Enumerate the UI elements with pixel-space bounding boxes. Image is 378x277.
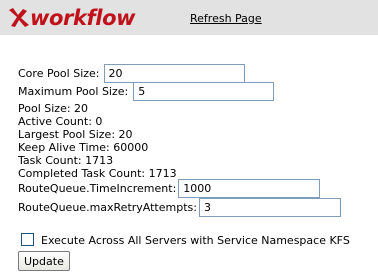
- active-count-stat: Active Count: 0: [18, 115, 103, 128]
- core-pool-size-input[interactable]: [103, 64, 245, 83]
- max-retry-attempts-label: RouteQueue.maxRetryAttempts:: [18, 201, 197, 214]
- max-retry-attempts-row: RouteQueue.maxRetryAttempts:: [18, 198, 341, 217]
- maximum-pool-size-row: Maximum Pool Size:: [18, 82, 275, 101]
- core-pool-size-label: Core Pool Size:: [18, 67, 100, 80]
- pool-size-stat: Pool Size: 20: [18, 102, 89, 115]
- execute-all-servers-label: Execute Across All Servers with Service …: [41, 234, 350, 247]
- thread-pool-form: Core Pool Size: Maximum Pool Size: Pool …: [0, 35, 378, 277]
- workflow-logo-icon: [9, 8, 29, 27]
- refresh-page-link[interactable]: Refresh Page: [190, 12, 262, 25]
- brand-name: workflow: [30, 6, 136, 30]
- workflow-logo: workflow: [6, 6, 136, 30]
- time-increment-input[interactable]: [178, 179, 321, 198]
- max-retry-attempts-input[interactable]: [198, 198, 341, 217]
- time-increment-row: RouteQueue.TimeIncrement:: [18, 179, 321, 198]
- largest-pool-size-stat: Largest Pool Size: 20: [18, 128, 133, 141]
- update-button[interactable]: Update: [18, 251, 70, 271]
- task-count-stat: Task Count: 1713: [18, 154, 114, 167]
- time-increment-label: RouteQueue.TimeIncrement:: [18, 182, 177, 195]
- core-pool-size-row: Core Pool Size:: [18, 64, 245, 83]
- execute-all-servers-checkbox[interactable]: [21, 233, 34, 246]
- header-bar: workflow Refresh Page: [0, 0, 378, 35]
- maximum-pool-size-label: Maximum Pool Size:: [18, 85, 129, 98]
- keep-alive-time-stat: Keep Alive Time: 60000: [18, 141, 149, 154]
- maximum-pool-size-input[interactable]: [133, 82, 275, 101]
